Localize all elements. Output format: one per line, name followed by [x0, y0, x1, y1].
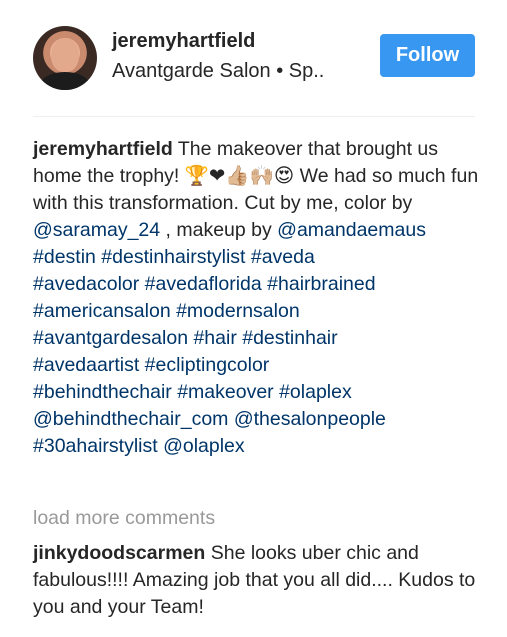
- caption-mention-amandaemaus[interactable]: @amandaemaus: [277, 219, 426, 241]
- hashtag-line[interactable]: #avantgardesalon #hair #destinhair: [33, 327, 338, 349]
- hashtag-line[interactable]: #avedaartist #ecliptingcolor: [33, 354, 269, 376]
- post-caption: jeremyhartfield The makeover that brough…: [33, 136, 483, 460]
- follow-button[interactable]: Follow: [380, 34, 475, 77]
- comment-username[interactable]: jinkydoodscarmen: [33, 542, 205, 564]
- header-location[interactable]: Avantgarde Salon • Sp..: [112, 60, 324, 83]
- hashtag-line[interactable]: #avedacolor #avedaflorida #hairbrained: [33, 273, 376, 295]
- hashtag-line[interactable]: @behindthechair_com @thesalonpeople: [33, 408, 386, 430]
- caption-mention-saramay[interactable]: @saramay_24: [33, 219, 160, 241]
- comment-item: jinkydoodscarmen She looks uber chic and…: [33, 540, 483, 621]
- hashtag-line[interactable]: #destin #destinhairstylist #aveda: [33, 246, 315, 268]
- profile-avatar[interactable]: [33, 26, 97, 90]
- header-username[interactable]: jeremyhartfield: [112, 30, 255, 53]
- hashtag-line[interactable]: #behindthechair #makeover #olaplex: [33, 381, 352, 403]
- post-header: jeremyhartfield Avantgarde Salon • Sp.. …: [0, 0, 507, 115]
- hashtag-line[interactable]: #americansalon #modernsalon: [33, 300, 300, 322]
- avatar-shirt: [41, 72, 89, 90]
- caption-username[interactable]: jeremyhartfield: [33, 138, 173, 160]
- caption-text-2: , makeup by: [160, 219, 278, 241]
- load-more-comments-link[interactable]: load more comments: [33, 507, 215, 530]
- hashtag-line[interactable]: #30ahairstylist @olaplex: [33, 435, 245, 457]
- header-divider: [33, 116, 475, 117]
- avatar-face: [51, 38, 79, 72]
